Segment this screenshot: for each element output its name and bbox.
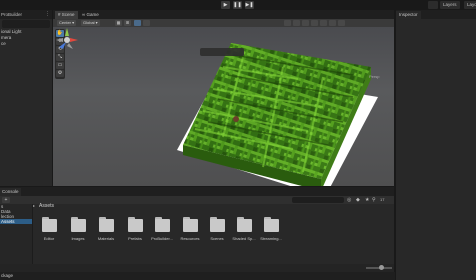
- space-dropdown[interactable]: Global ▾: [81, 20, 100, 26]
- folder-icon: [128, 217, 143, 232]
- folder-icon: [155, 217, 170, 232]
- folder-item[interactable]: Streaming...: [258, 217, 284, 251]
- menu-icon[interactable]: ⋮: [45, 10, 50, 19]
- folder-item[interactable]: Images: [65, 217, 91, 251]
- hierarchy-tab-label: ProBuilder: [1, 12, 23, 17]
- slider-knob[interactable]: [378, 265, 384, 270]
- tab-console[interactable]: Console: [0, 188, 21, 196]
- folder-icon: [71, 217, 86, 232]
- scene-view-panel: # Scene ∞ Game Center ▾ Global ▾ ▦ ⊞ ✋ ⟲…: [53, 10, 394, 186]
- panel-divider: [394, 187, 395, 280]
- grid-toggle[interactable]: ▦: [115, 20, 122, 26]
- search-icon[interactable]: [428, 1, 438, 9]
- step-button[interactable]: ▶❚: [245, 1, 254, 9]
- tab-game[interactable]: ∞ Game: [79, 11, 102, 19]
- folder-item[interactable]: ProBuilder...: [149, 217, 175, 251]
- icon-size-slider[interactable]: [366, 265, 392, 270]
- bottom-tab-bar: Console: [0, 187, 394, 196]
- folder-icon: [99, 217, 114, 232]
- filter-type-icon[interactable]: ◎: [347, 196, 351, 204]
- player-marker: [233, 116, 239, 122]
- camera-settings[interactable]: [329, 20, 336, 26]
- effects-toggle[interactable]: [311, 20, 318, 26]
- audio-toggle[interactable]: [302, 20, 309, 26]
- filter-label-icon[interactable]: ◆: [356, 196, 360, 204]
- hidden-packages-icon[interactable]: ⚲: [372, 196, 376, 204]
- folder-icon: [42, 217, 57, 232]
- assets-grid: Editor Images Materials Prefabs ProBuild…: [36, 217, 391, 251]
- folder-label: Resources: [180, 236, 200, 241]
- folder-label: Editor: [43, 236, 55, 241]
- inspector-panel: Inspector: [395, 10, 476, 280]
- add-asset-button[interactable]: +: [2, 197, 10, 203]
- layers-dropdown[interactable]: Layers: [440, 1, 460, 9]
- gizmos-toggle[interactable]: [338, 20, 345, 26]
- hierarchy-panel: ProBuilder ⋮ ional Light mera ce: [0, 10, 53, 186]
- folder-label: Prefabs: [128, 236, 142, 241]
- folder-icon: [210, 217, 225, 232]
- breadcrumb-arrow-icon: ▸: [33, 203, 36, 208]
- folder-label: Shaded Sp...: [232, 236, 256, 241]
- rect-tool-icon[interactable]: ▭: [56, 62, 64, 69]
- folder-item[interactable]: Resources: [177, 217, 203, 251]
- status-bar: ckage: [0, 272, 395, 280]
- scene-tab-bar: # Scene ∞ Game: [53, 10, 394, 19]
- top-toolbar: ▶ ❚❚ ▶❚ Layers Layo: [0, 0, 476, 10]
- transform-tool-icon[interactable]: ⚙: [56, 70, 64, 77]
- folder-label: Streaming...: [260, 236, 282, 241]
- play-button[interactable]: ▶: [221, 1, 230, 9]
- gizmo-bar: [200, 48, 244, 56]
- 2d-toggle[interactable]: [284, 20, 291, 26]
- folder-item[interactable]: Editor: [36, 217, 62, 251]
- hierarchy-tab[interactable]: ProBuilder ⋮: [0, 10, 52, 19]
- hidden-toggle[interactable]: [320, 20, 327, 26]
- pause-button[interactable]: ❚❚: [233, 1, 242, 9]
- inspector-tab-bar: Inspector: [396, 10, 476, 19]
- orientation-gizmo[interactable]: [53, 27, 81, 59]
- folder-item[interactable]: Shaded Sp...: [231, 217, 257, 251]
- hidden-count: 17: [380, 197, 385, 202]
- folder-label: Materials: [97, 236, 115, 241]
- tab-inspector[interactable]: Inspector: [396, 11, 421, 19]
- scene-viewport[interactable]: ✋ ✥ ⟲ ⤡ ▭ ⚙ Persp: [53, 27, 394, 186]
- projection-label[interactable]: Persp: [369, 74, 379, 79]
- folder-label: Scenes: [210, 236, 224, 241]
- favorite-icon[interactable]: ★: [365, 196, 369, 204]
- folder-item[interactable]: Scenes: [204, 217, 230, 251]
- folder-icon: [183, 217, 198, 232]
- folder-item[interactable]: Materials: [93, 217, 119, 251]
- breadcrumb[interactable]: Assets: [39, 203, 54, 209]
- maze-model: [177, 43, 378, 186]
- hierarchy-item[interactable]: ce: [0, 41, 52, 47]
- project-footer: [0, 264, 394, 272]
- hierarchy-search-input[interactable]: [2, 20, 50, 28]
- folder-icon: [264, 217, 279, 232]
- scene-toolbar: Center ▾ Global ▾ ▦ ⊞: [53, 19, 394, 27]
- gizmo-dropdown[interactable]: [143, 20, 150, 26]
- folder-label: ProBuilder...: [151, 236, 173, 241]
- lighting-toggle[interactable]: [293, 20, 300, 26]
- snap-toggle[interactable]: ⊞: [124, 20, 131, 26]
- tree-item-assets[interactable]: Assets: [0, 219, 32, 224]
- project-toolbar: + ◎ ◆ ★ ⚲ 17: [0, 196, 394, 204]
- folder-icon: [237, 217, 252, 232]
- tab-scene[interactable]: # Scene: [55, 11, 78, 19]
- layout-dropdown[interactable]: Layo: [464, 1, 476, 9]
- gizmo-toggle[interactable]: [134, 20, 141, 26]
- folder-item[interactable]: Prefabs: [122, 217, 148, 251]
- project-search-input[interactable]: [292, 197, 344, 203]
- folder-label: Images: [71, 236, 85, 241]
- pivot-dropdown[interactable]: Center ▾: [57, 20, 77, 26]
